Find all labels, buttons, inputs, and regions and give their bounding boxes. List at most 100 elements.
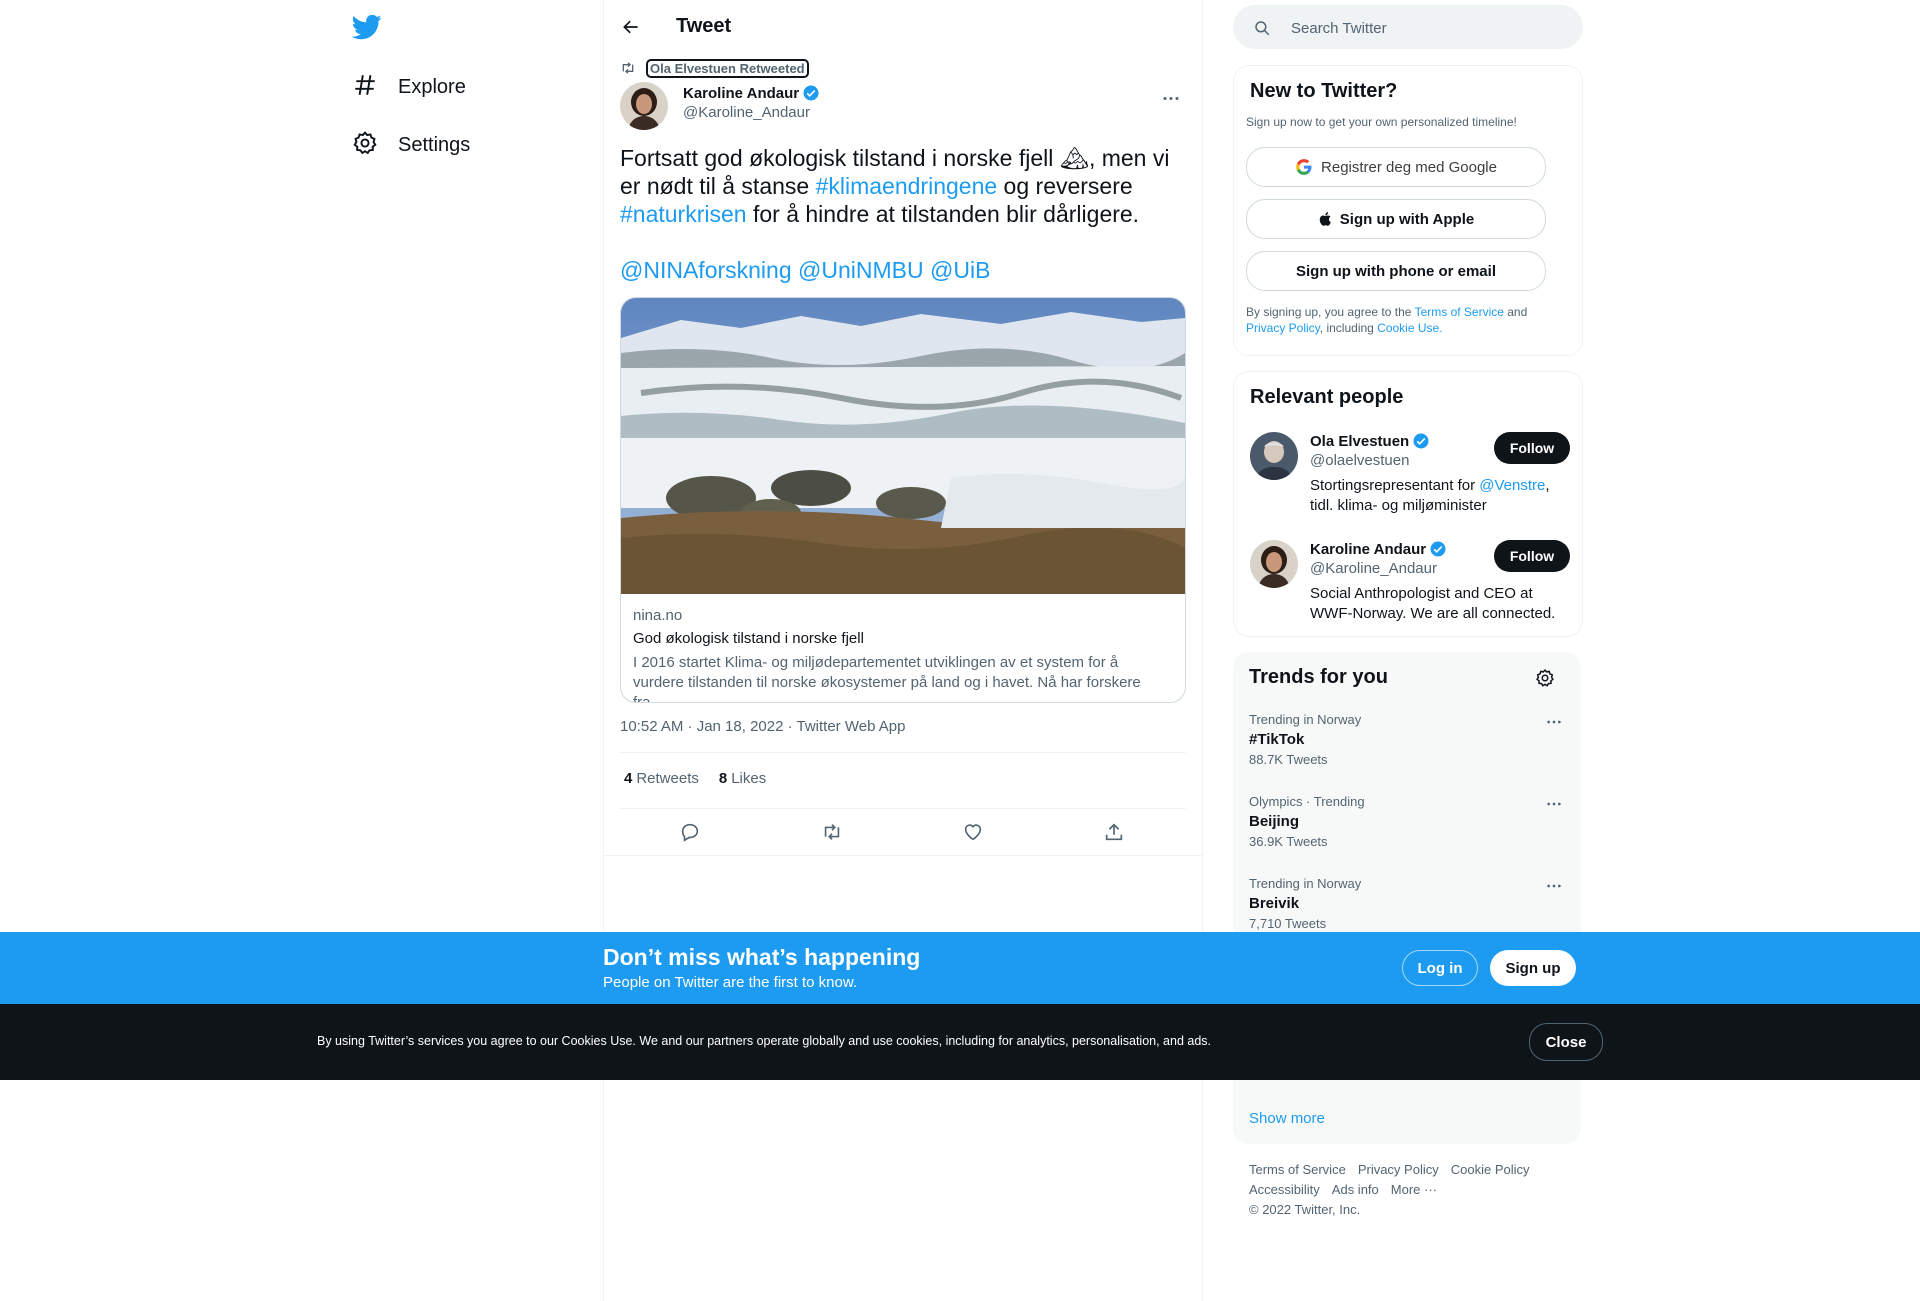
phone-email-signup-button[interactable]: Sign up with phone or email [1246,251,1546,291]
footer-accessibility-link[interactable]: Accessibility [1249,1182,1320,1197]
tweet-text-part: og reversere [997,173,1133,199]
like-button[interactable] [959,818,987,846]
footer-cookie-link[interactable]: Cookie Policy [1451,1162,1530,1177]
google-signup-label: Registrer deg med Google [1321,158,1497,176]
mention-link[interactable]: @UiB [930,257,990,283]
show-more-link[interactable]: Show more [1249,1110,1325,1127]
trend-item[interactable]: Trending in Norway #TikTok 88.7K Tweets [1249,712,1567,782]
bio-mention-link[interactable]: @Venstre [1479,477,1545,494]
apple-signup-label: Sign up with Apple [1339,210,1475,228]
person-name[interactable]: Ola Elvestuen [1310,432,1430,450]
signup-banner: Don’t miss what’s happening People on Tw… [0,932,1920,1004]
footer-more-link[interactable]: More ··· [1391,1182,1437,1197]
trend-more-button[interactable] [1541,712,1567,732]
likes-label[interactable]: Likes [731,770,766,787]
person-bio: Stortingsrepresentant for @Venstre, tidl… [1310,476,1560,516]
mountain-emoji: 🏔 [1059,145,1089,171]
person-card[interactable]: Karoline Andaur @Karoline_Andaur Social … [1250,540,1570,630]
trends-title: Trends for you [1249,666,1388,688]
divider [604,855,1202,856]
trend-more-button[interactable] [1541,794,1567,814]
trend-item[interactable]: Olympics · Trending Beijing 36.9K Tweets [1249,794,1567,864]
card-title: God økologisk tilstand i norske fjell [633,630,864,647]
tweet-text: Fortsatt god økologisk tilstand i norske… [620,144,1186,284]
privacy-link[interactable]: Privacy Policy [1246,321,1320,335]
nav-settings[interactable]: Settings [352,123,470,167]
more-options-button[interactable] [1156,88,1186,108]
signup-banner-title: Don’t miss what’s happening [603,944,921,970]
trend-name: Breivik [1249,895,1300,912]
retweets-label[interactable]: Retweets [636,770,699,787]
author-name[interactable]: Karoline Andaur [683,84,820,102]
person-name[interactable]: Karoline Andaur [1310,540,1447,558]
nav-explore[interactable]: Explore [352,65,466,109]
header: Tweet [604,0,1202,53]
likes-count[interactable]: 8 [719,770,727,787]
legal-text: and [1503,305,1528,319]
search-input[interactable] [1289,5,1573,51]
more-dots-icon [1547,802,1561,806]
tweet-author: Karoline Andaur @Karoline_Andaur [620,82,1186,130]
person-avatar[interactable] [1250,432,1298,480]
link-card[interactable]: nina.no God økologisk tilstand i norske … [620,297,1186,703]
cookie-link[interactable]: Cookie Use. [1377,321,1442,335]
divider [620,752,1186,753]
mention-link[interactable]: @UniNMBU [798,257,924,283]
person-handle[interactable]: @olaelvestuen [1310,452,1409,469]
trend-count: 7,710 Tweets [1249,916,1327,931]
trend-context: Trending in Norway [1249,876,1362,891]
person-avatar[interactable] [1250,540,1298,588]
back-button[interactable] [616,12,646,42]
page-title: Tweet [676,15,732,37]
trend-name: #TikTok [1249,731,1305,748]
footer-privacy-link[interactable]: Privacy Policy [1358,1162,1439,1177]
footer-terms-link[interactable]: Terms of Service [1249,1162,1346,1177]
verified-badge-icon [1430,541,1446,557]
card-description: I 2016 startet Klima- og miljødepartemen… [633,654,1141,703]
login-button[interactable]: Log in [1402,950,1478,986]
mention-link[interactable]: @NINAforskning [620,257,792,283]
follow-button[interactable]: Follow [1494,432,1570,464]
retweeted-by-link[interactable]: Ola Elvestuen Retweeted [646,58,809,78]
phone-email-signup-label: Sign up with phone or email [1295,262,1496,280]
retweet-button[interactable] [818,818,846,846]
footer-ads-link[interactable]: Ads info [1332,1182,1379,1197]
signup-button[interactable]: Sign up [1490,950,1576,986]
card-image [621,298,1185,594]
author-name-text: Karoline Andaur [683,84,800,102]
author-avatar[interactable] [620,82,668,130]
trends-settings-button[interactable] [1535,668,1557,690]
person-handle[interactable]: @Karoline_Andaur [1310,560,1437,577]
hashtag-link[interactable]: #klimaendringene [816,173,998,199]
trend-name: Beijing [1249,813,1300,830]
share-button[interactable] [1100,818,1128,846]
hashtag-link[interactable]: #naturkrisen [620,201,747,227]
retweet-icon [622,62,634,74]
retweet-context: Ola Elvestuen Retweeted [620,58,809,78]
apple-icon [1319,212,1331,226]
signup-banner-subtitle: People on Twitter are the first to know. [603,974,858,991]
new-to-twitter-subtitle: Sign up now to get your own personalized… [1246,115,1517,129]
apple-signup-button[interactable]: Sign up with Apple [1246,199,1546,239]
follow-button[interactable]: Follow [1494,540,1570,572]
main-column: Tweet Ola Elvestuen Retweeted Karoline A… [603,0,1203,1301]
person-name-text: Ola Elvestuen [1310,432,1410,450]
trend-more-button[interactable] [1541,876,1567,896]
terms-link[interactable]: Terms of Service [1415,305,1504,319]
reply-button[interactable] [676,818,704,846]
cookie-close-button[interactable]: Close [1529,1023,1603,1061]
tweet-body: Fortsatt god økologisk tilstand i norske… [620,144,1186,228]
retweets-count[interactable]: 4 [624,770,632,787]
search-box[interactable] [1233,5,1583,51]
author-handle[interactable]: @Karoline_Andaur [683,104,810,121]
twitter-logo-icon[interactable] [351,12,382,42]
footer-links-row: Accessibility Ads info More ··· [1249,1182,1449,1197]
nav-explore-label: Explore [398,75,466,98]
more-dots-icon [1547,720,1561,724]
share-icon [1105,823,1123,841]
google-icon [1296,159,1312,175]
person-card[interactable]: Ola Elvestuen @olaelvestuen Stortingsrep… [1250,432,1570,522]
tweet-timestamp[interactable]: 10:52 AM · Jan 18, 2022 · Twitter Web Ap… [620,718,905,735]
relevant-people-panel: Relevant people Ola Elvestuen @olaelvest… [1233,371,1583,637]
google-signup-button[interactable]: Registrer deg med Google [1246,147,1546,187]
